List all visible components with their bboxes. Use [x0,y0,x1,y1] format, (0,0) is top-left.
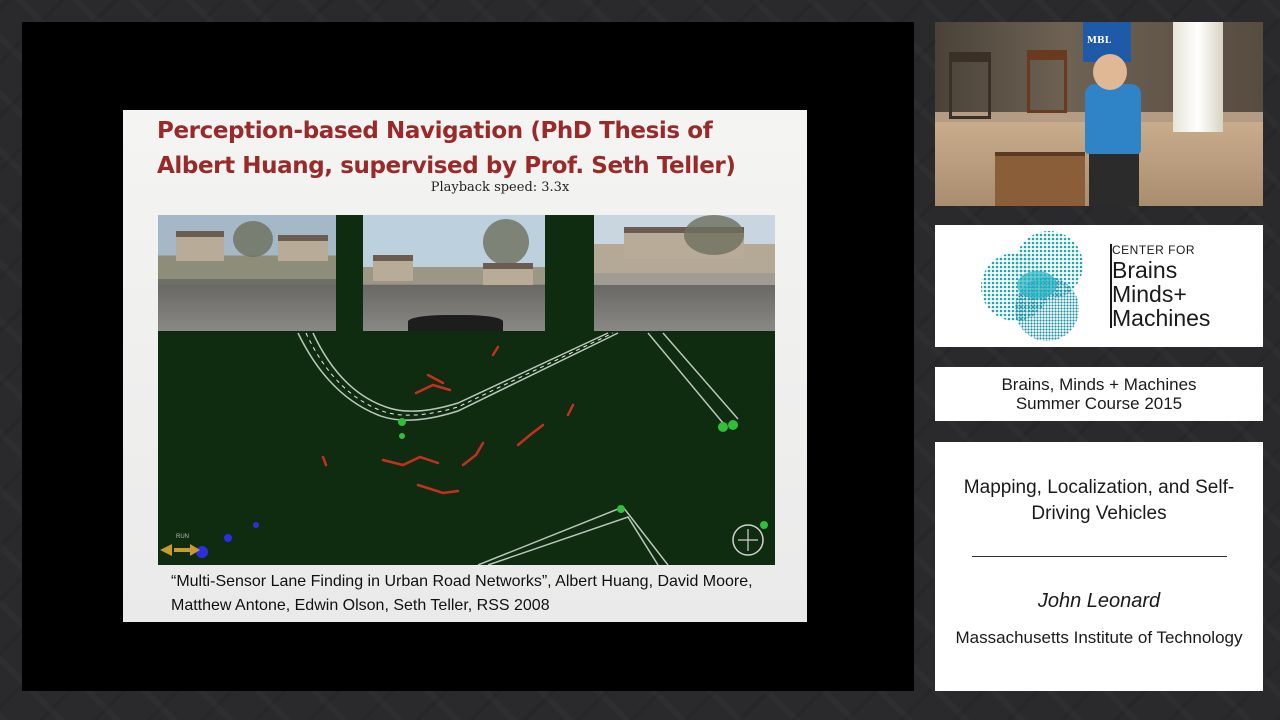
cbmm-logo-card: CENTER FOR Brains Minds+ Machines [935,225,1263,347]
speaker-figure [1085,84,1141,154]
cbmm-center-for: CENTER FOR [1112,243,1195,257]
lane-finding-visualization: RUN [158,215,775,565]
course-card: Brains, Minds + Machines Summer Course 2… [935,367,1263,421]
presentation-slide: Perception-based Navigation (PhD Thesis … [123,110,807,622]
cbmm-line-brains: Brains [1112,257,1178,283]
course-name: Brains, Minds + Machines [1001,375,1197,394]
slide-title: Perception-based Navigation (PhD Thesis … [157,118,736,179]
lane-map-overlay [160,332,768,565]
podium [995,152,1085,206]
chair [1027,50,1067,113]
lecture-video-player[interactable]: Perception-based Navigation (PhD Thesis … [22,22,914,691]
course-year: Summer Course 2015 [1015,394,1183,413]
run-label: RUN [176,534,189,540]
speaker-affiliation: Massachusetts Institute of Technology [955,628,1243,647]
cbmm-line-machines: Machines [1112,305,1211,331]
talk-divider [972,556,1227,557]
cbmm-logo-icon [981,231,1083,341]
speaker-camera-video[interactable]: MBL [935,22,1263,206]
slide-citation: “Multi-Sensor Lane Finding in Urban Road… [171,573,753,614]
cbmm-line-minds: Minds+ [1112,281,1187,307]
playback-speed-label: Playback speed: 3.3x [430,180,570,195]
chair [949,52,991,119]
talk-title: Mapping, Localization, and Self-Driving … [963,477,1235,524]
talk-info-card: Mapping, Localization, and Self-Driving … [935,442,1263,691]
speaker-name: John Leonard [1037,590,1161,612]
mbl-sign-text: MBL [1087,36,1111,46]
